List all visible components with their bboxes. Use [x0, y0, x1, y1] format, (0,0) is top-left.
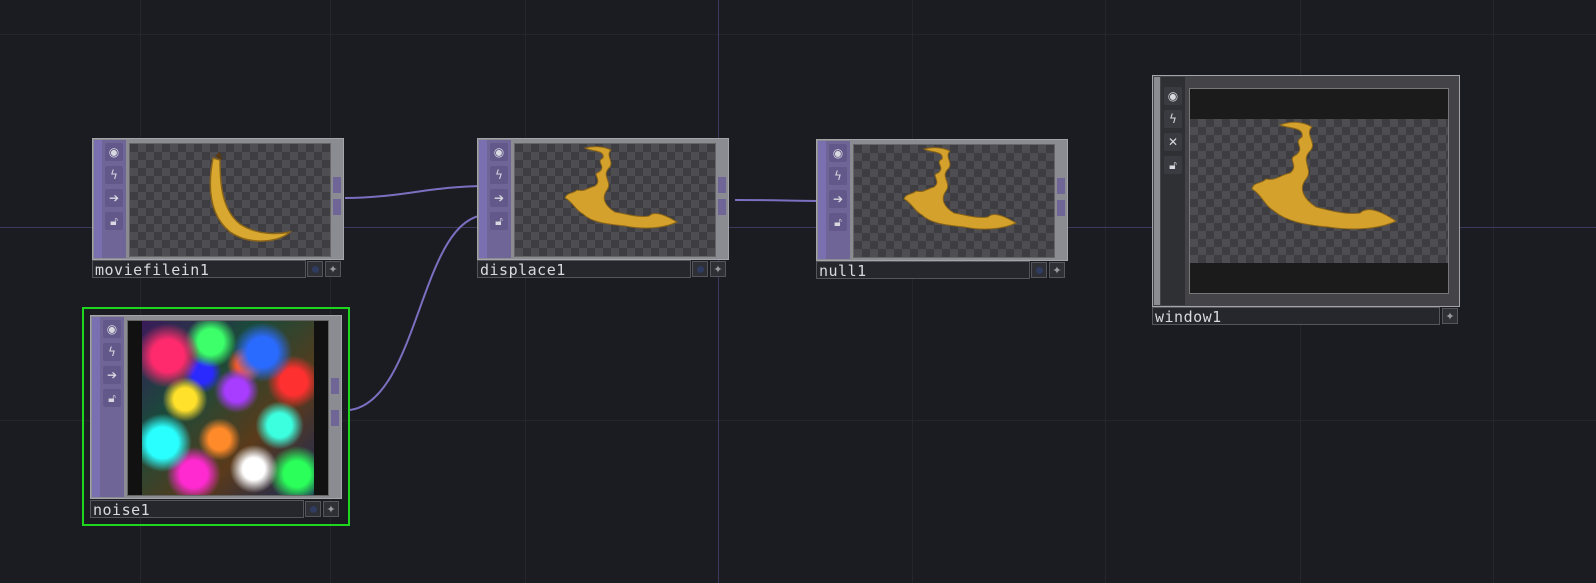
lock-icon[interactable]: 🔓︎ [105, 212, 123, 230]
bypass-icon[interactable]: ϟ [1164, 110, 1182, 128]
viewer-active-button[interactable] [305, 501, 321, 517]
noise-image [142, 321, 314, 495]
output-connector[interactable] [331, 410, 339, 426]
node-label[interactable]: null1 [816, 261, 1030, 280]
node-label[interactable]: window1 [1152, 307, 1440, 326]
viewer-toggle-icon[interactable]: ◉ [829, 144, 847, 162]
viewer-toggle-icon[interactable]: ◉ [105, 143, 123, 161]
node-icon-column: ◉ ϟ ✕ 🔓︎ [1161, 77, 1185, 305]
active-dot-icon [309, 505, 317, 513]
viewer-toggle-icon[interactable]: ◉ [1164, 87, 1182, 105]
axis-line-vertical [718, 0, 719, 583]
display-arrow-icon[interactable]: ➔ [490, 189, 508, 207]
output-connector[interactable] [718, 177, 726, 193]
node-icon-column: ◉ ϟ ➔ 🔓︎ [487, 140, 511, 258]
lock-icon[interactable]: 🔓︎ [490, 212, 508, 230]
close-icon[interactable]: ✕ [1164, 133, 1182, 151]
output-connector[interactable] [1057, 200, 1065, 216]
input-strip[interactable] [1154, 77, 1160, 305]
banana-image [209, 152, 293, 242]
input-strip[interactable] [92, 317, 100, 497]
viewer-active-button[interactable] [307, 261, 323, 277]
grid-line [1105, 0, 1106, 583]
display-arrow-icon[interactable]: ➔ [105, 189, 123, 207]
node-icon-column: ◉ ϟ ➔ 🔓︎ [826, 141, 850, 259]
output-connector[interactable] [333, 177, 341, 193]
display-arrow-icon[interactable]: ➔ [829, 190, 847, 208]
node-body[interactable]: ◉ ϟ ➔ 🔓︎ [90, 315, 342, 499]
active-dot-icon [696, 265, 704, 273]
node-noise1[interactable]: ◉ ϟ ➔ 🔓︎ noise1 ✦ [90, 315, 342, 519]
grid-line [525, 0, 526, 583]
node-viewer[interactable] [1190, 119, 1448, 263]
window-output-image [1251, 121, 1397, 230]
bypass-icon[interactable]: ϟ [103, 343, 121, 361]
input-strip[interactable] [479, 140, 487, 258]
node-displace1[interactable]: ◉ ϟ ➔ 🔓︎ displace1 ✦ [477, 138, 729, 279]
node-viewer[interactable] [514, 143, 716, 257]
node-label[interactable]: noise1 [90, 500, 304, 519]
output-connector[interactable] [333, 199, 341, 215]
lock-icon[interactable]: 🔓︎ [103, 389, 121, 407]
viewer-active-button[interactable] [1031, 262, 1047, 278]
viewer-toggle-icon[interactable]: ◉ [490, 143, 508, 161]
lock-icon[interactable]: 🔓︎ [1164, 156, 1182, 174]
node-body[interactable]: ◉ ϟ ➔ 🔓︎ [92, 138, 344, 260]
node-viewer[interactable] [853, 144, 1055, 258]
node-body[interactable]: ◉ ϟ ➔ 🔓︎ [477, 138, 729, 260]
pin-button[interactable]: ✦ [323, 501, 339, 517]
node-null1[interactable]: ◉ ϟ ➔ 🔓︎ null1 ✦ [816, 139, 1068, 280]
node-label[interactable]: displace1 [477, 260, 691, 279]
node-window1[interactable]: ◉ ϟ ✕ 🔓︎ window1 ✦ [1152, 75, 1460, 327]
null-output-image [903, 147, 1018, 230]
node-icon-column: ◉ ϟ ➔ 🔓︎ [100, 317, 124, 497]
node-body[interactable]: ◉ ϟ ➔ 🔓︎ [816, 139, 1068, 261]
node-icon-column: ◉ ϟ ➔ 🔓︎ [102, 140, 126, 258]
active-dot-icon [1035, 266, 1043, 274]
wire-moviefilein1-displace1 [344, 185, 488, 199]
display-arrow-icon[interactable]: ➔ [103, 366, 121, 384]
viewer-active-button[interactable] [692, 261, 708, 277]
window-frame [1189, 88, 1449, 294]
pin-button[interactable]: ✦ [710, 261, 726, 277]
active-dot-icon [311, 265, 319, 273]
grid-line [0, 34, 1596, 35]
grid-line [1493, 0, 1494, 583]
viewer-toggle-icon[interactable]: ◉ [103, 320, 121, 338]
output-connector[interactable] [718, 199, 726, 215]
bypass-icon[interactable]: ϟ [490, 166, 508, 184]
node-moviefilein1[interactable]: ◉ ϟ ➔ 🔓︎ moviefilein1 ✦ [92, 138, 344, 279]
lock-icon[interactable]: 🔓︎ [829, 213, 847, 231]
pin-button[interactable]: ✦ [1442, 308, 1458, 324]
node-label[interactable]: moviefilein1 [92, 260, 306, 279]
node-viewer[interactable] [129, 143, 331, 257]
wire-noise1-displace1 [349, 214, 488, 411]
pin-button[interactable]: ✦ [325, 261, 341, 277]
grid-line [912, 0, 913, 583]
bypass-icon[interactable]: ϟ [105, 166, 123, 184]
output-connector[interactable] [331, 378, 339, 394]
input-strip[interactable] [818, 141, 826, 259]
node-body[interactable]: ◉ ϟ ✕ 🔓︎ [1152, 75, 1460, 307]
output-connector[interactable] [1057, 178, 1065, 194]
bypass-icon[interactable]: ϟ [829, 167, 847, 185]
displaced-image [564, 146, 679, 229]
node-viewer[interactable] [127, 320, 329, 496]
input-strip[interactable] [94, 140, 102, 258]
pin-button[interactable]: ✦ [1049, 262, 1065, 278]
